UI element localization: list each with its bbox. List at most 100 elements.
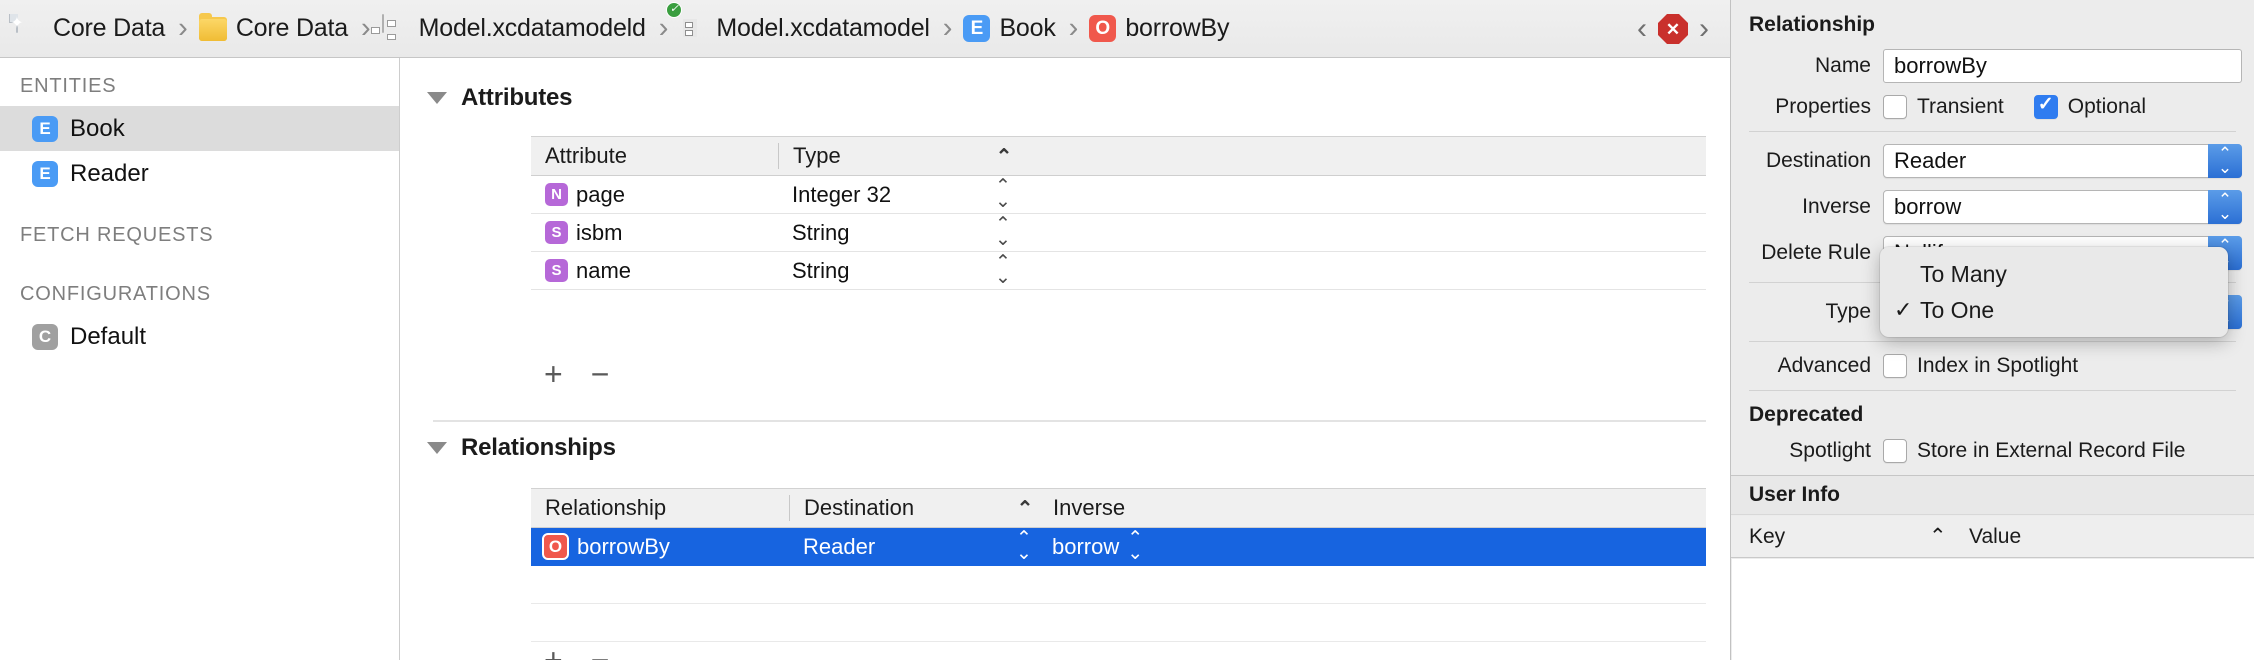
- deprecated-section-title: Deprecated: [1749, 403, 1864, 426]
- breadcrumb-label: Core Data: [53, 14, 166, 42]
- attribute-name: page: [576, 181, 625, 207]
- attribute-type-stepper[interactable]: ⌃ ⌄: [973, 252, 1033, 290]
- table-row[interactable]: S isbm String ⌃ ⌄: [531, 214, 1706, 252]
- attribute-type-cell[interactable]: Integer 32: [778, 176, 973, 214]
- table-row[interactable]: [531, 604, 1706, 642]
- table-row[interactable]: S name String ⌃ ⌄: [531, 252, 1706, 290]
- attribute-name-cell[interactable]: S isbm: [531, 214, 778, 252]
- column-header-destination[interactable]: Destination: [790, 488, 1001, 528]
- sidebar-item-reader[interactable]: E Reader: [0, 151, 399, 196]
- user-info-header: User Info: [1731, 475, 2254, 515]
- chevron-updown-icon[interactable]: ⌃⌄: [2208, 190, 2242, 224]
- sort-caret-glyph: ⌃: [1016, 497, 1034, 520]
- sidebar-header-configurations: CONFIGURATIONS: [20, 283, 211, 305]
- optional-label[interactable]: Optional: [2068, 95, 2146, 119]
- sort-caret-glyph[interactable]: ⌃: [1929, 524, 1969, 549]
- chevron-left-icon[interactable]: ‹: [1630, 12, 1654, 46]
- user-info-table-header: Key ⌃ Value: [1731, 516, 2254, 558]
- column-header-relationship[interactable]: Relationship: [531, 488, 789, 528]
- entity-badge-icon: E: [963, 15, 991, 42]
- store-in-external-record-file-checkbox[interactable]: [1883, 439, 1907, 463]
- remove-attribute-button[interactable]: −: [591, 358, 610, 390]
- relationship-destination-stepper[interactable]: ⌃ ⌄: [1000, 528, 1048, 566]
- breadcrumb-item-xcdatamodel[interactable]: ✓ Model.xcdatamodel: [666, 0, 930, 58]
- sort-indicator-icon[interactable]: ⌃: [1001, 488, 1049, 528]
- index-in-spotlight-label[interactable]: Index in Spotlight: [1917, 354, 2078, 378]
- remove-relationship-button[interactable]: −: [591, 644, 610, 660]
- menu-item-to-many[interactable]: To Many: [1880, 256, 2228, 292]
- transient-label[interactable]: Transient: [1917, 95, 2004, 119]
- relationship-destination-cell[interactable]: Reader: [789, 528, 1000, 566]
- index-in-spotlight-checkbox[interactable]: [1883, 354, 1907, 378]
- attribute-type-badge-icon: S: [545, 221, 568, 244]
- name-input[interactable]: borrowBy: [1883, 49, 2242, 83]
- table-row[interactable]: O borrowBy Reader ⌃ ⌄ borrow ⌃ ⌄: [531, 528, 1706, 566]
- section-title: Relationships: [461, 434, 616, 461]
- table-row[interactable]: [531, 566, 1706, 604]
- relationship-type-menu: To Many ✓ To One: [1880, 247, 2228, 337]
- inspector-row-spotlight: Spotlight Store in External Record File: [1731, 439, 2254, 463]
- inverse-select[interactable]: borrow ⌃ ⌄: [1883, 190, 2242, 224]
- close-icon-glyph: ✕: [1665, 19, 1681, 39]
- column-header-attribute[interactable]: Attribute: [531, 136, 778, 176]
- attribute-type-cell[interactable]: String: [778, 214, 973, 252]
- column-header-value[interactable]: Value: [1969, 525, 2021, 549]
- sort-caret-glyph: ⌃: [995, 145, 1013, 168]
- relationship-inverse-cell[interactable]: borrow ⌃ ⌄: [1048, 528, 1143, 566]
- chevron-right-icon[interactable]: ›: [1692, 12, 1716, 46]
- breadcrumb-item-borrowby-relationship[interactable]: O borrowBy: [1089, 0, 1230, 58]
- sidebar: ENTITIES E Book E Reader FETCH REQUESTS …: [0, 58, 400, 660]
- sidebar-item-default[interactable]: C Default: [0, 314, 399, 359]
- column-header-inverse[interactable]: Inverse: [1049, 488, 1125, 528]
- transient-checkbox[interactable]: [1883, 95, 1907, 119]
- inspector-row-advanced: Advanced Index in Spotlight: [1731, 354, 2254, 378]
- attribute-type-stepper[interactable]: ⌃ ⌄: [973, 214, 1033, 252]
- sort-indicator-icon[interactable]: ⌃: [974, 136, 1034, 176]
- breadcrumb-navigation: ‹ ✕ ›: [1630, 0, 1716, 58]
- disclosure-triangle-icon[interactable]: [427, 442, 447, 454]
- destination-label: Destination: [1765, 149, 1871, 172]
- spotlight-label: Spotlight: [1789, 439, 1871, 462]
- attribute-type-cell[interactable]: String: [778, 252, 973, 290]
- breadcrumb-item-xcdatamodeld[interactable]: Model.xcdatamodeld: [370, 0, 646, 58]
- inverse-label: Inverse: [1802, 195, 1871, 218]
- attributes-section-header[interactable]: Attributes: [401, 84, 573, 112]
- advanced-label: Advanced: [1777, 354, 1871, 377]
- menu-item-to-one[interactable]: ✓ To One: [1880, 292, 2228, 328]
- add-relationship-button[interactable]: +: [544, 644, 563, 660]
- xcode-core-data-model-editor: ✦ Core Data › Core Data › Model.xcdatamo…: [0, 0, 2254, 660]
- attributes-add-remove-controls: + −: [544, 358, 609, 390]
- attribute-name-cell[interactable]: S name: [531, 252, 778, 290]
- xcdatamodel-current-icon: ✓: [666, 1, 707, 43]
- user-info-table-body[interactable]: [1732, 559, 2254, 660]
- breadcrumb-label: borrowBy: [1125, 14, 1230, 42]
- relationships-add-remove-controls: + −: [544, 644, 609, 660]
- entity-badge-icon: E: [32, 115, 58, 142]
- relationship-inverse-stepper[interactable]: ⌃ ⌄: [1127, 529, 1143, 563]
- column-header-type[interactable]: Type: [779, 136, 974, 176]
- disclosure-triangle-icon[interactable]: [427, 92, 447, 104]
- attribute-name-cell[interactable]: N page: [531, 176, 778, 214]
- table-row[interactable]: N page Integer 32 ⌃ ⌄: [531, 176, 1706, 214]
- breadcrumb-label: Book: [999, 14, 1056, 42]
- menu-item-label: To Many: [1920, 260, 2007, 287]
- section-divider: [433, 420, 1706, 422]
- attribute-type-stepper[interactable]: ⌃ ⌄: [973, 176, 1033, 214]
- store-in-external-record-file-label[interactable]: Store in External Record File: [1917, 439, 2185, 463]
- close-icon[interactable]: ✕: [1658, 14, 1688, 44]
- chevron-updown-icon[interactable]: ⌃⌄: [2208, 144, 2242, 178]
- sidebar-item-book[interactable]: E Book: [0, 106, 399, 151]
- inspector-divider: [1749, 131, 2236, 132]
- optional-checkbox[interactable]: [2033, 93, 2058, 119]
- breadcrumb-separator: ›: [658, 12, 669, 44]
- app-document-icon: ✦: [9, 13, 44, 43]
- breadcrumb-item-book-entity[interactable]: E Book: [963, 0, 1056, 58]
- add-attribute-button[interactable]: +: [544, 358, 563, 390]
- column-header-key[interactable]: Key: [1749, 525, 1929, 549]
- breadcrumb-item-core-data-project[interactable]: ✦ Core Data: [9, 0, 166, 58]
- destination-select[interactable]: Reader ⌃ ⌄: [1883, 144, 2242, 178]
- relationship-name-cell[interactable]: O borrowBy: [531, 528, 789, 566]
- breadcrumb-item-core-data-folder[interactable]: Core Data: [198, 0, 348, 58]
- relationships-section-header[interactable]: Relationships: [401, 434, 616, 462]
- breadcrumb-label: Model.xcdatamodeld: [418, 14, 646, 42]
